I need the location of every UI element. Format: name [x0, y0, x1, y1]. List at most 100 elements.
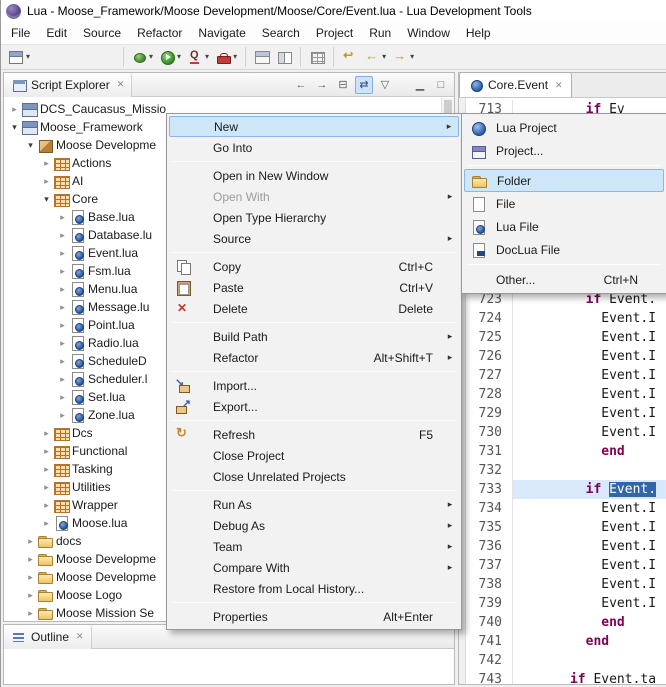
menubar-item-run[interactable]: Run — [361, 23, 399, 43]
copy-menu-item[interactable]: CopyCtrl+C — [169, 256, 459, 277]
expander-icon[interactable]: ▸ — [40, 482, 53, 493]
new-button[interactable]: ▾ — [5, 46, 33, 68]
close-project-menu-item[interactable]: Close Project — [169, 445, 459, 466]
lua-project-menu-item[interactable]: Lua Project — [464, 116, 664, 139]
debug-as-menu-item[interactable]: Debug As▸ — [169, 515, 459, 536]
last-edit-location-button[interactable] — [339, 46, 361, 68]
expander-icon[interactable]: ▸ — [56, 374, 69, 385]
expander-icon[interactable]: ▸ — [40, 464, 53, 475]
open-perspective-button[interactable] — [251, 46, 273, 68]
project-menu-item[interactable]: Project... — [464, 139, 664, 162]
file-menu-item[interactable]: File — [464, 192, 664, 215]
menubar-item-edit[interactable]: Edit — [38, 23, 75, 43]
view-menu-button[interactable]: ▽ — [376, 76, 394, 94]
expander-icon[interactable]: ▾ — [24, 140, 37, 151]
menubar-item-project[interactable]: Project — [308, 23, 361, 43]
expander-icon[interactable]: ▸ — [56, 356, 69, 367]
expander-icon[interactable]: ▸ — [24, 590, 37, 601]
expander-icon[interactable]: ▸ — [8, 104, 21, 115]
refresh-menu-item[interactable]: RefreshF5 — [169, 424, 459, 445]
submenu-arrow-icon: ▸ — [443, 562, 457, 573]
code-token: end — [601, 444, 624, 459]
back-button[interactable]: ▾ — [361, 46, 389, 68]
menubar-item-search[interactable]: Search — [254, 23, 308, 43]
menu-item-label: Export... — [213, 400, 433, 414]
go-into-menu-item[interactable]: Go Into — [169, 137, 459, 158]
delete-menu-item[interactable]: DeleteDelete — [169, 298, 459, 319]
link-with-editor-button[interactable]: ⇄ — [355, 76, 373, 94]
close-icon[interactable]: ✕ — [76, 631, 84, 642]
minimize-view-button[interactable]: ▁ — [411, 76, 429, 94]
expander-icon[interactable]: ▸ — [24, 608, 37, 619]
editor-tab-core-event[interactable]: Core.Event ✕ — [459, 72, 572, 97]
expander-icon[interactable]: ▸ — [40, 446, 53, 457]
menu-icon-slot — [171, 378, 195, 394]
refactor-menu-item[interactable]: RefactorAlt+Shift+T▸ — [169, 347, 459, 368]
debug-button[interactable]: ▾ — [128, 46, 156, 68]
properties-menu-item[interactable]: PropertiesAlt+Enter — [169, 606, 459, 627]
show-view-button[interactable] — [273, 46, 295, 68]
other-menu-item[interactable]: Other...Ctrl+N — [464, 268, 664, 291]
expander-icon[interactable]: ▸ — [56, 266, 69, 277]
menu-item-label: Lua File — [496, 220, 638, 234]
paste-menu-item[interactable]: PasteCtrl+V — [169, 277, 459, 298]
expander-icon[interactable]: ▸ — [56, 338, 69, 349]
menubar-item-file[interactable]: File — [3, 23, 38, 43]
run-as-menu-item[interactable]: Run As▸ — [169, 494, 459, 515]
build-path-menu-item[interactable]: Build Path▸ — [169, 326, 459, 347]
lua-file-menu-item[interactable]: Lua File — [464, 215, 664, 238]
collapse-all-button[interactable]: ⊟ — [334, 76, 352, 94]
paste-icon — [175, 280, 191, 296]
expander-icon[interactable]: ▸ — [56, 230, 69, 241]
source-menu-item[interactable]: Source▸ — [169, 228, 459, 249]
view-back-button[interactable]: ← — [292, 76, 310, 94]
new-menu-item[interactable]: New▸ — [169, 116, 459, 137]
expander-icon[interactable]: ▸ — [56, 284, 69, 295]
menubar-item-refactor[interactable]: Refactor — [129, 23, 190, 43]
run-button[interactable]: ▾ — [156, 46, 184, 68]
expander-icon[interactable]: ▸ — [56, 410, 69, 421]
annotations-button[interactable] — [306, 46, 328, 68]
restore-from-local-history-menu-item[interactable]: Restore from Local History... — [169, 578, 459, 599]
folder-menu-item[interactable]: Folder — [464, 169, 664, 192]
expander-icon[interactable]: ▸ — [56, 320, 69, 331]
expander-icon[interactable]: ▸ — [56, 302, 69, 313]
close-icon[interactable]: ✕ — [555, 80, 563, 91]
view-forward-button[interactable]: → — [313, 76, 331, 94]
expander-icon[interactable]: ▸ — [24, 554, 37, 565]
expander-icon[interactable]: ▸ — [56, 212, 69, 223]
expander-icon[interactable]: ▾ — [40, 194, 53, 205]
expander-icon[interactable]: ▾ — [8, 122, 21, 133]
import-menu-item[interactable]: Import... — [169, 375, 459, 396]
expander-icon[interactable]: ▸ — [40, 518, 53, 529]
team-menu-item[interactable]: Team▸ — [169, 536, 459, 557]
open-type-hierarchy-menu-item[interactable]: Open Type Hierarchy — [169, 207, 459, 228]
compare-with-menu-item[interactable]: Compare With▸ — [169, 557, 459, 578]
doclua-file-menu-item[interactable]: DocLua File — [464, 238, 664, 261]
coverage-button[interactable]: ▾ — [184, 46, 212, 68]
expander-icon[interactable]: ▸ — [40, 158, 53, 169]
maximize-view-button[interactable]: □ — [432, 76, 450, 94]
dropdown-caret-icon: ▾ — [26, 53, 30, 61]
expander-icon[interactable]: ▸ — [56, 248, 69, 259]
expander-icon[interactable]: ▸ — [24, 536, 37, 547]
outline-tab[interactable]: Outline ✕ — [4, 625, 92, 649]
line-number: 724 — [467, 309, 513, 328]
expander-icon[interactable]: ▸ — [24, 572, 37, 583]
close-unrelated-projects-menu-item[interactable]: Close Unrelated Projects — [169, 466, 459, 487]
expander-icon[interactable]: ▸ — [40, 428, 53, 439]
open-in-new-window-menu-item[interactable]: Open in New Window — [169, 165, 459, 186]
tree-item-label: AI — [69, 174, 83, 188]
menubar-item-help[interactable]: Help — [458, 23, 499, 43]
menubar-item-navigate[interactable]: Navigate — [190, 23, 253, 43]
script-explorer-tab[interactable]: Script Explorer ✕ — [4, 73, 132, 97]
menubar-item-window[interactable]: Window — [399, 23, 458, 43]
expander-icon[interactable]: ▸ — [40, 500, 53, 511]
expander-icon[interactable]: ▸ — [56, 392, 69, 403]
export-menu-item[interactable]: Export... — [169, 396, 459, 417]
forward-button[interactable]: ▾ — [389, 46, 417, 68]
menubar-item-source[interactable]: Source — [75, 23, 129, 43]
external-tools-button[interactable]: ▾ — [212, 46, 240, 68]
expander-icon[interactable]: ▸ — [40, 176, 53, 187]
close-icon[interactable]: ✕ — [117, 79, 125, 90]
